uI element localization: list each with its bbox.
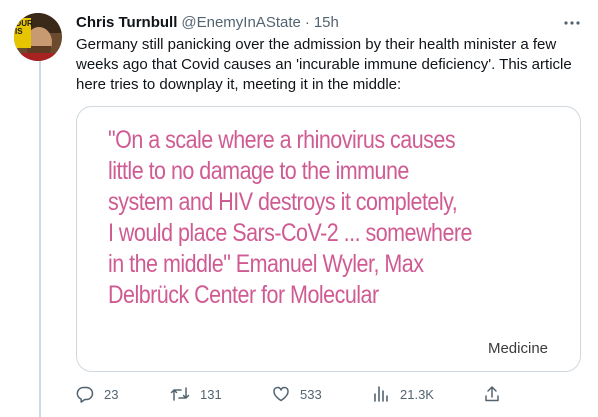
- author-name[interactable]: Chris Turnbull: [76, 13, 177, 33]
- more-options-button[interactable]: [562, 13, 582, 33]
- tweet[interactable]: OUR IS Chris Turnbull @EnemyInAState · 1…: [0, 0, 598, 417]
- reply-button[interactable]: 23: [76, 384, 118, 404]
- timestamp[interactable]: 15h: [314, 13, 339, 33]
- retweet-count: 131: [200, 386, 222, 402]
- author-handle[interactable]: @EnemyInAState: [181, 13, 300, 33]
- quote-line: "On a scale where a rhinovirus causes: [108, 126, 456, 154]
- more-dots-icon: [564, 21, 580, 25]
- tweet-text-line: weeks ago that Covid causes an 'incurabl…: [76, 56, 572, 73]
- retweet-icon: [170, 387, 190, 401]
- quote-line: little to no damage to the immune: [108, 157, 409, 185]
- heart-icon: [273, 386, 289, 402]
- action-bar: 23 131 533 21.3K: [76, 384, 506, 404]
- like-button[interactable]: 533: [272, 384, 322, 404]
- card-category-label: Medicine: [487, 340, 548, 357]
- reply-bubble-icon: [76, 386, 94, 403]
- separator-dot: ·: [304, 14, 310, 31]
- tweet-text-line: Germany still panicking over the admissi…: [76, 36, 557, 53]
- quote-text: "On a scale where a rhinovirus causes li…: [108, 125, 512, 311]
- views-button[interactable]: 21.3K: [372, 384, 434, 404]
- quote-line: I would place Sars-CoV-2 ... somewhere: [108, 219, 472, 247]
- thread-connector-line: [39, 60, 41, 417]
- tweet-text: Germany still panicking over the admissi…: [76, 35, 581, 95]
- media-card[interactable]: "On a scale where a rhinovirus causes li…: [76, 106, 581, 372]
- like-count: 533: [300, 386, 322, 402]
- quote-line: in the middle" Emanuel Wyler, Max: [108, 250, 424, 278]
- share-upload-icon: [485, 386, 499, 402]
- avatar-sign: OUR IS: [14, 18, 33, 48]
- avatar-shirt: [20, 53, 56, 61]
- avatar[interactable]: OUR IS: [14, 13, 62, 61]
- views-bar-chart-icon: [374, 386, 388, 402]
- tweet-header: Chris Turnbull @EnemyInAState · 15h: [76, 13, 339, 33]
- views-count: 21.3K: [400, 386, 434, 402]
- reply-count: 23: [104, 386, 119, 402]
- share-button[interactable]: [483, 384, 501, 404]
- tweet-text-line: here tries to downplay it, meeting it in…: [76, 76, 402, 93]
- retweet-button[interactable]: 131: [170, 384, 222, 404]
- quote-line: system and HIV destroys it completely,: [108, 188, 458, 216]
- quote-line: Delbrück Center for Molecular: [108, 281, 379, 309]
